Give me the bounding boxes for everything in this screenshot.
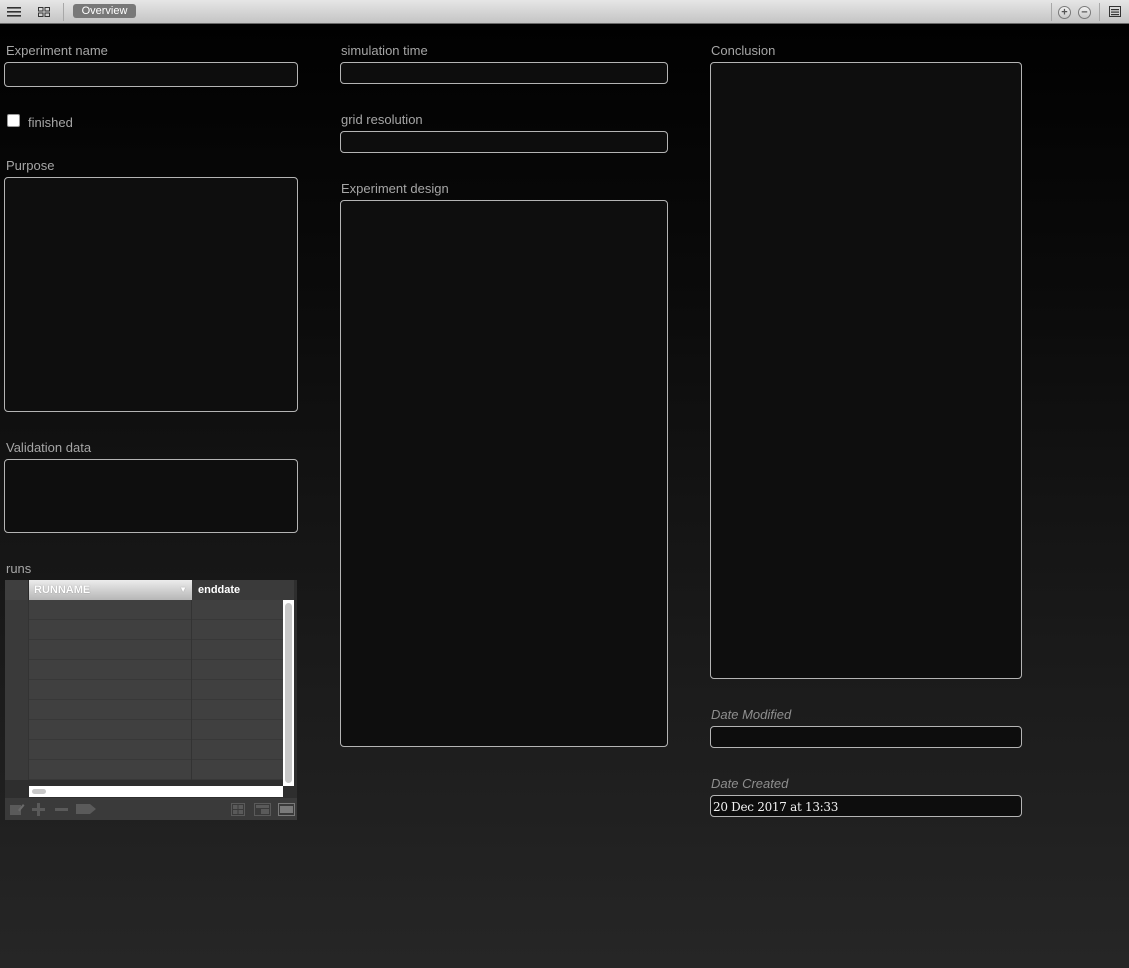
purpose-label: Purpose	[6, 158, 55, 173]
finished-checkbox[interactable]	[7, 114, 20, 127]
table-row[interactable]	[5, 720, 283, 740]
delete-record-icon[interactable]	[54, 802, 68, 816]
tab-overview[interactable]: Overview	[73, 4, 136, 18]
remove-circle-icon[interactable]: −	[1078, 6, 1091, 19]
date-modified-label: Date Modified	[711, 707, 792, 722]
form-layout-icon[interactable]	[253, 802, 271, 816]
toolbar-divider	[63, 3, 64, 21]
column-header-runname[interactable]: RUNNAME ▼	[29, 580, 192, 600]
conclusion-field[interactable]	[710, 62, 1022, 679]
experiment-design-label: Experiment design	[341, 181, 449, 196]
table-row[interactable]	[5, 760, 283, 780]
detail-view-icon[interactable]	[1104, 3, 1126, 20]
runs-portal: RUNNAME ▼ enddate	[5, 580, 297, 820]
simulation-time-label: simulation time	[341, 43, 428, 58]
app-window: Overview + − Experiment name finished Pu…	[0, 0, 1129, 968]
go-to-record-icon[interactable]	[75, 802, 97, 816]
table-row[interactable]	[5, 740, 283, 760]
runs-table-body	[5, 600, 283, 786]
toolbar: Overview + −	[0, 0, 1129, 24]
experiment-name-label: Experiment name	[6, 43, 108, 58]
horizontal-scrollbar[interactable]	[29, 786, 283, 797]
list-view-icon[interactable]	[3, 3, 25, 20]
runs-footer-bar	[5, 798, 297, 820]
table-row[interactable]	[5, 620, 283, 640]
vertical-scrollbar[interactable]	[283, 600, 294, 786]
sort-down-icon: ▼	[179, 585, 187, 594]
validation-data-field[interactable]	[4, 459, 298, 533]
toolbar-divider	[1051, 3, 1052, 21]
edit-record-icon[interactable]	[9, 802, 25, 816]
validation-data-label: Validation data	[6, 440, 92, 455]
table-row[interactable]	[5, 680, 283, 700]
table-row[interactable]	[5, 640, 283, 660]
horizontal-scroll-thumb[interactable]	[32, 789, 46, 794]
header-corner	[5, 580, 29, 600]
experiment-name-field[interactable]	[4, 62, 298, 87]
simulation-time-field[interactable]	[340, 62, 668, 84]
grid-view-icon[interactable]	[33, 3, 55, 20]
date-created-field[interactable]: 20 Dec 2017 at 13:33	[710, 795, 1022, 817]
runs-label: runs	[6, 561, 32, 576]
date-created-label: Date Created	[711, 776, 789, 791]
experiment-design-field[interactable]	[340, 200, 668, 747]
grid-resolution-field[interactable]	[340, 131, 668, 153]
column-header-enddate[interactable]: enddate	[192, 580, 294, 600]
table-row[interactable]	[5, 700, 283, 720]
grid-resolution-label: grid resolution	[341, 112, 423, 127]
toolbar-divider	[1099, 3, 1100, 21]
vertical-scroll-thumb[interactable]	[285, 603, 292, 783]
column-header-runname-label: RUNNAME	[34, 584, 91, 596]
date-modified-field[interactable]	[710, 726, 1022, 748]
table-row[interactable]	[5, 660, 283, 680]
runs-table-header: RUNNAME ▼ enddate	[5, 580, 294, 600]
table-row[interactable]	[5, 600, 283, 620]
finished-label: finished	[28, 115, 73, 130]
grid-layout-icon[interactable]	[230, 802, 246, 816]
purpose-field[interactable]	[4, 177, 298, 412]
list-layout-icon[interactable]	[277, 802, 295, 816]
conclusion-label: Conclusion	[711, 43, 776, 58]
add-circle-icon[interactable]: +	[1058, 6, 1071, 19]
add-record-icon[interactable]	[31, 802, 45, 816]
